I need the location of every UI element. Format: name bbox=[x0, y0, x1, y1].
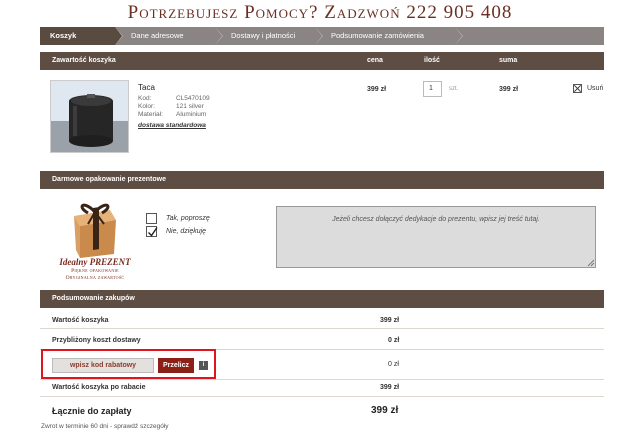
gift-yes-label[interactable]: Tak, poproszę bbox=[166, 215, 210, 222]
dedication-textarea[interactable]: Jeżeli chcesz dołączyć dedykacje do prez… bbox=[276, 206, 596, 268]
product-code-label: Kod: bbox=[138, 95, 152, 102]
checkbox-check-icon bbox=[148, 227, 158, 237]
product-name[interactable]: Taca bbox=[138, 83, 155, 92]
gift-header-bar: Darmowe opakowanie prezentowe bbox=[40, 171, 604, 189]
summary-header-bar: Podsumowanie zakupów bbox=[40, 290, 604, 308]
summary-title: Podsumowanie zakupów bbox=[52, 295, 135, 302]
col-qty-header: ilość bbox=[424, 57, 440, 64]
recalculate-button[interactable]: Przelicz bbox=[158, 358, 194, 373]
quantity-unit: szt. bbox=[449, 86, 459, 92]
remove-x-icon[interactable] bbox=[573, 84, 582, 93]
col-sum-header: suma bbox=[499, 57, 518, 64]
gift-logo-line1: Piękne opakowanie bbox=[71, 268, 119, 274]
info-icon[interactable]: i bbox=[199, 361, 208, 370]
product-color: 121 silver bbox=[176, 103, 204, 110]
step-delivery[interactable]: Dostawy i płatności bbox=[215, 27, 315, 45]
gift-yes-checkbox[interactable] bbox=[146, 213, 157, 224]
gift-logo-line2: Oryginalna zawartość bbox=[65, 275, 125, 281]
cart-value-label: Wartość koszyka bbox=[52, 317, 109, 324]
product-color-label: Kolor: bbox=[138, 103, 155, 110]
after-discount-label: Wartość koszyka po rabacie bbox=[52, 384, 146, 391]
cart-header-bar: Zawartość koszyka cena ilość suma bbox=[40, 52, 604, 70]
product-sum: 399 zł bbox=[499, 86, 519, 93]
coupon-input[interactable]: wpisz kod rabatowy bbox=[52, 358, 154, 373]
product-thumbnail[interactable] bbox=[50, 80, 129, 153]
shipping-cost: 0 zł bbox=[388, 337, 400, 344]
quantity-input[interactable]: 1 bbox=[423, 81, 442, 97]
delivery-link[interactable]: dostawa standardowa bbox=[138, 122, 206, 129]
gift-logo-title: Idealny PREZENT bbox=[59, 257, 131, 267]
gift-no-checkbox[interactable] bbox=[146, 226, 158, 237]
col-price-header: cena bbox=[367, 57, 383, 64]
help-phone-banner: Potrzebujesz Pomocy? Zadzwoń 222 905 408 bbox=[127, 2, 513, 23]
divider bbox=[40, 396, 604, 397]
return-policy-link[interactable]: Zwrot w terminie 60 dni - sprawdź szczeg… bbox=[41, 423, 169, 430]
gift-no-label[interactable]: Nie, dziękuję bbox=[166, 228, 206, 235]
product-material: Aluminium bbox=[176, 111, 207, 118]
cart-title: Zawartość koszyka bbox=[52, 57, 116, 64]
product-code: CL5470109 bbox=[176, 95, 210, 102]
total-value: 399 zł bbox=[371, 405, 399, 416]
gift-title: Darmowe opakowanie prezentowe bbox=[52, 176, 166, 183]
step-summary[interactable]: Podsumowanie zamówienia bbox=[315, 27, 455, 45]
product-price: 399 zł bbox=[367, 86, 387, 93]
step-cart[interactable]: Koszyk bbox=[40, 27, 115, 45]
total-label: Łącznie do zapłaty bbox=[52, 406, 132, 416]
divider bbox=[40, 379, 604, 380]
cart-value: 399 zł bbox=[380, 317, 400, 324]
checkout-steps: Koszyk Dane adresowe Dostawy i płatności… bbox=[40, 27, 604, 45]
after-discount-value: 399 zł bbox=[380, 384, 400, 391]
product-material-label: Materiał: bbox=[138, 111, 163, 118]
resize-grip-icon[interactable] bbox=[587, 259, 595, 267]
shipping-label: Przybliżony koszt dostawy bbox=[52, 337, 141, 344]
discount-value: 0 zł bbox=[388, 361, 399, 368]
remove-link[interactable]: Usuń bbox=[587, 85, 603, 92]
step-address[interactable]: Dane adresowe bbox=[115, 27, 215, 45]
divider bbox=[40, 328, 604, 329]
